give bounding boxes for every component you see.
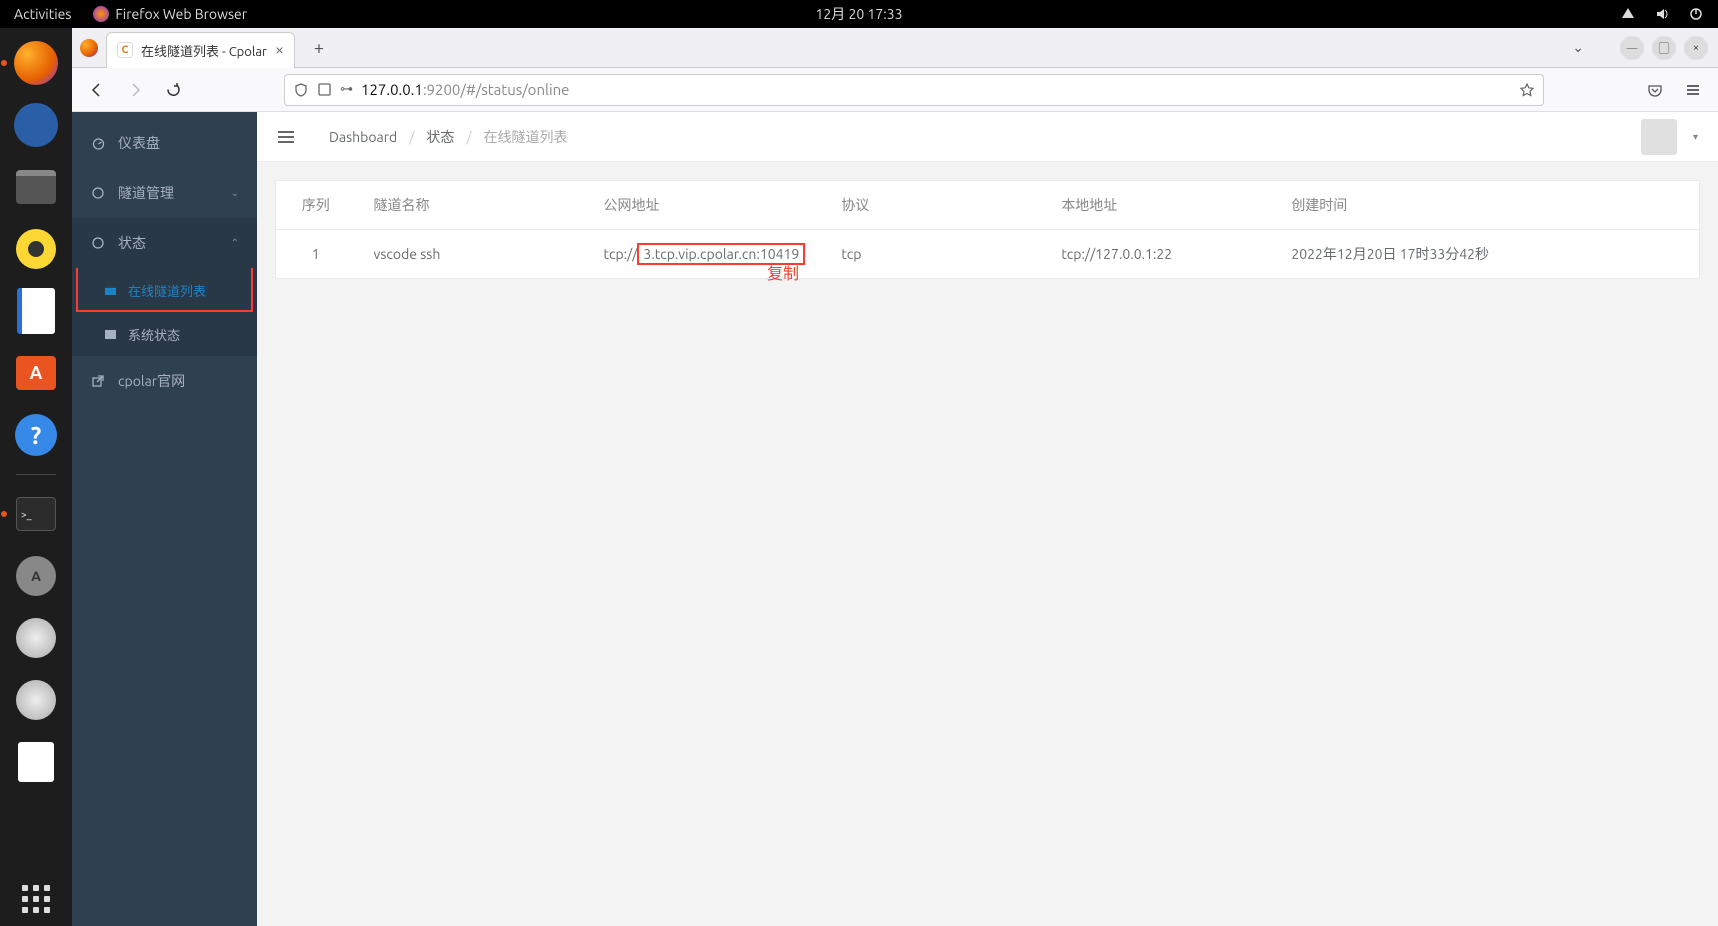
cell-proto: tcp [823,230,1043,279]
th-proto: 协议 [823,181,1043,230]
firefox-toolbar: ⊶ 127.0.0.1:9200/#/status/online [72,68,1718,112]
tunnel-table: 序列 隧道名称 公网地址 协议 本地地址 创建时间 1 vscode ssh [275,180,1700,279]
dock-rhythmbox[interactable] [9,222,63,276]
sidebar-item-tunnel-mgmt[interactable]: 隧道管理 ⌄ [72,168,257,218]
sidebar-item-label: 系统状态 [128,325,180,344]
cpolar-app: 仪表盘 隧道管理 ⌄ 状态 ⌃ 在线隧道列表 [72,112,1718,926]
cell-seq: 1 [276,230,356,279]
table-icon [102,282,118,298]
window-close-button[interactable]: × [1684,36,1708,60]
tab-favicon-icon: C [117,42,133,58]
browser-tab[interactable]: C 在线隧道列表 - Cpolar × [106,32,295,68]
active-app-indicator[interactable]: Firefox Web Browser [93,6,247,22]
sidebar-subitem-sys-status[interactable]: 系统状态 [72,312,257,356]
dock-files[interactable] [9,160,63,214]
th-name: 隧道名称 [356,181,586,230]
dock-terminal[interactable]: >_ [9,487,63,541]
cell-local: tcp://127.0.0.1:22 [1043,230,1273,279]
breadcrumb-status[interactable]: 状态 [426,127,454,147]
url-bar[interactable]: ⊶ 127.0.0.1:9200/#/status/online [284,74,1544,106]
content-area: 序列 隧道名称 公网地址 协议 本地地址 创建时间 1 vscode ssh [257,162,1718,297]
firefox-small-icon [93,6,109,22]
volume-icon[interactable] [1654,6,1670,22]
circle-icon [90,185,106,201]
sidebar-item-dashboard[interactable]: 仪表盘 [72,118,257,168]
sidebar-item-label: 隧道管理 [118,183,174,203]
table-header-row: 序列 隧道名称 公网地址 协议 本地地址 创建时间 [276,181,1700,230]
nav-back-button[interactable] [82,75,112,105]
dock-firefox[interactable] [9,36,63,90]
window-minimize-button[interactable]: ─ [1620,36,1644,60]
user-menu-caret-icon[interactable]: ▾ [1693,131,1698,143]
firefox-tab-bar: C 在线隧道列表 - Cpolar × + ⌄ ─ ▢ × [72,28,1718,68]
dock-disc2[interactable] [9,673,63,727]
sidebar-subitem-online-list[interactable]: 在线隧道列表 [72,268,257,312]
main-header: Dashboard / 状态 / 在线隧道列表 ▾ [257,112,1718,162]
url-text: 127.0.0.1:9200/#/status/online [361,81,569,98]
sidebar-item-official[interactable]: cpolar官网 [72,356,257,406]
breadcrumb-dashboard[interactable]: Dashboard [329,129,397,145]
sidebar-item-label: 状态 [118,233,146,253]
pocket-icon[interactable] [1640,75,1670,105]
site-info-icon[interactable] [317,82,332,97]
th-local: 本地地址 [1043,181,1273,230]
cell-name: vscode ssh [356,230,586,279]
sidebar-item-label: 仪表盘 [118,133,160,153]
window-maximize-button[interactable]: ▢ [1652,36,1676,60]
permissions-icon[interactable]: ⊶ [340,82,353,97]
table-row: 1 vscode ssh tcp://3.tcp.vip.cpolar.cn:1… [276,230,1700,279]
chevron-up-icon: ⌃ [231,237,239,249]
clock[interactable]: 12月 20 17:33 [815,4,902,24]
nav-reload-button[interactable] [158,75,188,105]
chevron-down-icon: ⌄ [231,187,239,199]
sidebar: 仪表盘 隧道管理 ⌄ 状态 ⌃ 在线隧道列表 [72,112,257,926]
cell-created: 2022年12月20日 17时33分42秒 [1273,230,1699,279]
dock-thunderbird[interactable] [9,98,63,152]
circle-icon [90,235,106,251]
new-tab-button[interactable]: + [303,32,335,64]
tab-close-icon[interactable]: × [275,41,284,59]
network-icon[interactable] [1620,6,1636,22]
power-icon[interactable] [1688,6,1704,22]
dock-show-apps[interactable] [9,872,63,926]
gauge-icon [90,135,106,151]
user-avatar[interactable] [1641,119,1677,155]
nav-forward-button[interactable] [120,75,150,105]
breadcrumb-sep: / [466,129,471,145]
gnome-top-bar: Activities Firefox Web Browser 12月 20 17… [0,0,1718,28]
dock-updater[interactable] [9,549,63,603]
tabs-dropdown-icon[interactable]: ⌄ [1572,39,1584,56]
dock-disc1[interactable] [9,611,63,665]
ubuntu-dock: ? >_ [0,28,72,926]
annotation-copy-label: 复制 [767,260,799,284]
table-icon [102,326,118,342]
activities-button[interactable]: Activities [14,6,71,22]
dock-writer[interactable] [9,284,63,338]
bookmark-star-icon[interactable] [1519,82,1535,98]
shield-icon[interactable] [293,82,309,98]
breadcrumb-current: 在线隧道列表 [484,127,568,147]
external-link-icon [90,373,106,389]
th-created: 创建时间 [1273,181,1699,230]
dock-help[interactable]: ? [9,408,63,462]
sidebar-item-label: cpolar官网 [118,371,185,391]
firefox-window: C 在线隧道列表 - Cpolar × + ⌄ ─ ▢ × ⊶ 127.0.0.… [72,28,1718,926]
main-panel: Dashboard / 状态 / 在线隧道列表 ▾ 序列 隧道名称 公网地址 协… [257,112,1718,926]
tab-title: 在线隧道列表 - Cpolar [141,41,267,60]
hamburger-menu-icon[interactable] [1678,75,1708,105]
th-seq: 序列 [276,181,356,230]
firefox-logo-icon [72,28,106,68]
th-public: 公网地址 [586,181,824,230]
dock-software[interactable] [9,346,63,400]
breadcrumb-sep: / [409,129,414,145]
sidebar-item-label: 在线隧道列表 [128,281,206,300]
dock-separator [16,474,56,475]
dock-texteditor[interactable] [9,735,63,789]
sidebar-toggle-icon[interactable] [277,130,295,144]
sidebar-item-status[interactable]: 状态 ⌃ [72,218,257,268]
